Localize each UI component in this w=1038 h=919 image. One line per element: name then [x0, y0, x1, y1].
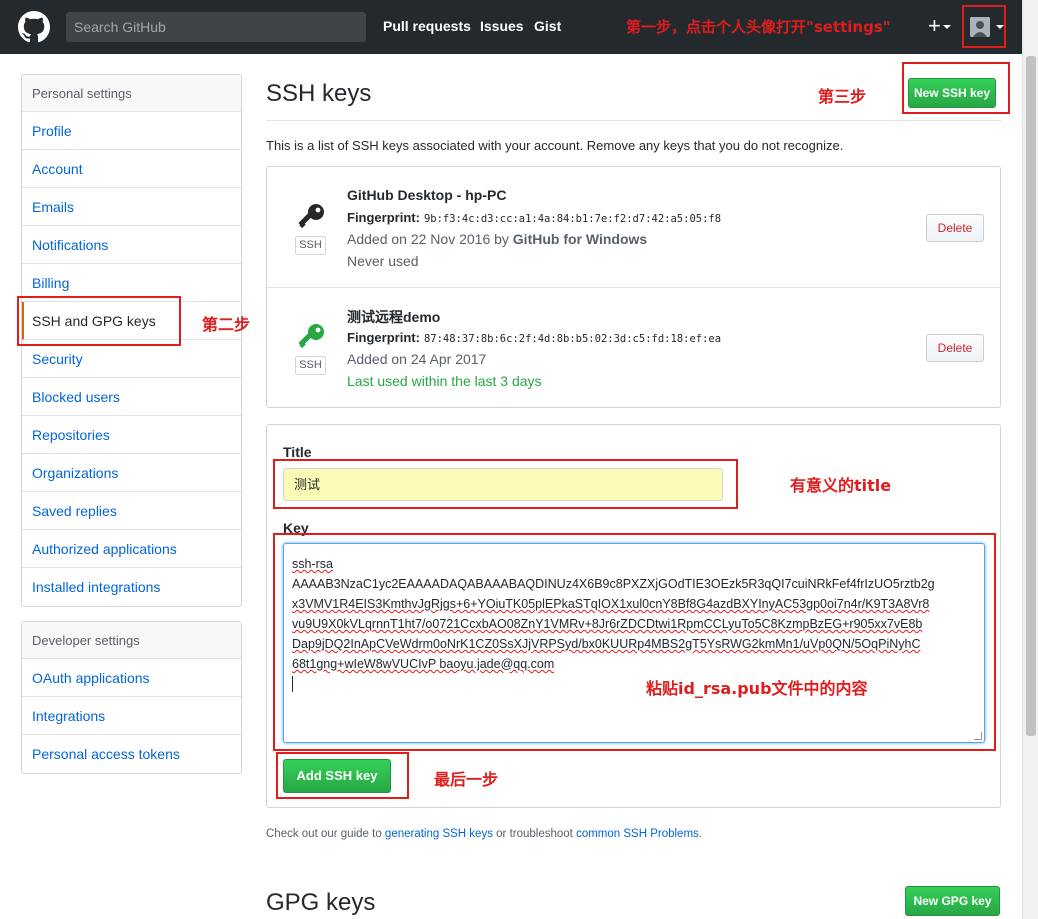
fingerprint-value: 87:48:37:8b:6c:2f:4d:8b:b5:02:3d:c5:fd:1… [423, 333, 722, 345]
list-item: SSH 测试远程demo Fingerprint: 87:48:37:8b:6c:… [267, 287, 1000, 407]
nav-gist[interactable]: Gist [534, 18, 561, 34]
avatar-image-icon [970, 17, 990, 37]
sidebar-item-personal-access-tokens[interactable]: Personal access tokens [22, 735, 241, 773]
annotation-last-step: 最后一步 [434, 770, 499, 789]
help-suffix: . [698, 828, 702, 840]
github-logo-icon[interactable] [18, 11, 50, 43]
sidebar-item-authorized-applications[interactable]: Authorized applications [22, 530, 241, 568]
key-added-info: Added on 22 Nov 2016 by GitHub for Windo… [347, 231, 647, 247]
user-menu[interactable] [962, 5, 1006, 48]
sidebar-item-profile[interactable]: Profile [22, 112, 241, 150]
list-item: SSH GitHub Desktop - hp-PC Fingerprint: 9… [267, 167, 1000, 287]
key-icon [298, 204, 324, 229]
key-title: 测试远程demo [347, 309, 441, 325]
ssh-badge: SSH [295, 236, 326, 255]
search-input[interactable]: Search GitHub [66, 12, 366, 42]
help-middle: or troubleshoot [492, 828, 577, 840]
nav-pull-requests[interactable]: Pull requests [383, 18, 471, 34]
sidebar-item-installed-integrations[interactable]: Installed integrations [22, 568, 241, 606]
sidebar-item-saved-replies[interactable]: Saved replies [22, 492, 241, 530]
chevron-down-icon [942, 25, 951, 30]
annotation-box-add [276, 752, 409, 799]
scrollbar-thumb[interactable] [1026, 56, 1036, 736]
key-added-info: Added on 24 Apr 2017 [347, 351, 486, 367]
annotation-box-title [273, 459, 738, 509]
delete-key-button[interactable]: Delete [926, 214, 984, 242]
sidebar-item-notifications[interactable]: Notifications [22, 226, 241, 264]
ssh-key-list: SSH GitHub Desktop - hp-PC Fingerprint: 9… [266, 166, 1001, 408]
annotation-box-ssh-gpg [17, 296, 181, 346]
key-last-used: Never used [347, 253, 419, 269]
annotation-paste-note: 粘贴id_rsa.pub文件中的内容 [646, 679, 868, 698]
added-date: Added on 22 Nov 2016 by [347, 231, 513, 247]
key-fingerprint: Fingerprint: 9b:f3:4c:d3:cc:a1:4a:84:b1:7… [347, 210, 721, 225]
sidebar-item-blocked-users[interactable]: Blocked users [22, 378, 241, 416]
plus-icon: + [928, 13, 941, 38]
divider [266, 120, 1001, 121]
added-by: GitHub for Windows [512, 231, 648, 247]
page-title: SSH keys [266, 80, 372, 107]
annotation-step2: 第二步 [202, 315, 251, 334]
generating-ssh-keys-link[interactable]: generating SSH keys [385, 828, 493, 840]
key-icon [298, 324, 324, 349]
key-last-used: Last used within the last 3 days [347, 373, 542, 389]
common-ssh-problems-link[interactable]: common SSH Problems [576, 828, 699, 840]
delete-key-button[interactable]: Delete [926, 334, 984, 362]
help-text: Check out our guide to generating SSH ke… [266, 828, 702, 840]
new-gpg-key-button[interactable]: New GPG key [905, 886, 1000, 916]
annotation-step1: 第一步，点击个人头像打开"settings" [626, 18, 891, 36]
key-fingerprint: Fingerprint: 87:48:37:8b:6c:2f:4d:8b:b5:0… [347, 330, 721, 345]
avatar[interactable] [970, 17, 990, 37]
gpg-keys-title: GPG keys [266, 889, 376, 916]
title-label: Title [283, 444, 312, 460]
annotation-box-key [273, 533, 996, 751]
sidebar-item-oauth-applications[interactable]: OAuth applications [22, 659, 241, 697]
create-new-menu[interactable]: + [928, 14, 951, 38]
sidebar-item-emails[interactable]: Emails [22, 188, 241, 226]
sidebar-item-organizations[interactable]: Organizations [22, 454, 241, 492]
fingerprint-label: Fingerprint: [347, 210, 420, 225]
added-date: Added on 24 Apr 2017 [347, 351, 487, 367]
annotation-box-new-ssh-key [902, 62, 1010, 114]
sidebar-item-account[interactable]: Account [22, 150, 241, 188]
developer-settings-menu: Developer settings OAuth applications In… [21, 621, 242, 774]
fingerprint-label: Fingerprint: [347, 330, 420, 345]
chevron-down-icon [996, 25, 1004, 29]
help-prefix: Check out our guide to [266, 828, 385, 840]
ssh-badge: SSH [295, 356, 326, 375]
fingerprint-value: 9b:f3:4c:d3:cc:a1:4a:84:b1:7e:f2:d7:42:a… [423, 213, 722, 225]
menu-heading: Personal settings [22, 75, 241, 112]
annotation-step3: 第三步 [818, 87, 867, 106]
page-scrollbar[interactable] [1022, 0, 1038, 919]
menu-heading: Developer settings [22, 622, 241, 659]
sidebar-item-repositories[interactable]: Repositories [22, 416, 241, 454]
key-title: GitHub Desktop - hp-PC [347, 187, 507, 203]
nav-issues[interactable]: Issues [480, 18, 524, 34]
intro-text: This is a list of SSH keys associated wi… [266, 138, 844, 153]
annotation-title-note: 有意义的title [790, 476, 892, 495]
sidebar-item-integrations[interactable]: Integrations [22, 697, 241, 735]
